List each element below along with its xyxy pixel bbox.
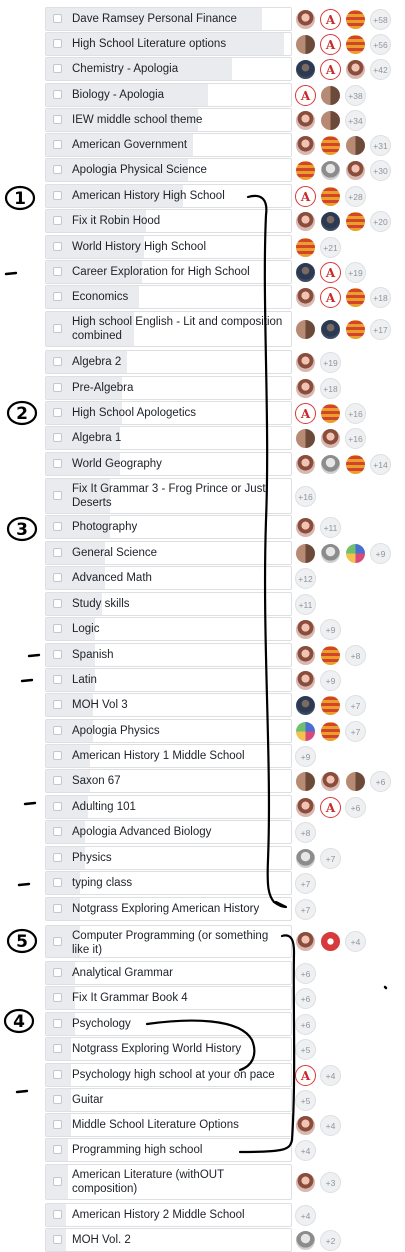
- handwritten-dash: [27, 653, 41, 658]
- handwritten-annotations: 1 2 3 4 5: [3, 185, 388, 1154]
- handwritten-number: 1: [14, 189, 26, 209]
- handwritten-dash: [17, 882, 31, 887]
- bracket-line-american-history: [246, 194, 288, 909]
- handwritten-number: 4: [13, 1012, 25, 1032]
- handwritten-number: 5: [16, 932, 28, 952]
- handwritten-number: 3: [16, 520, 28, 540]
- handwritten-dash: [23, 801, 37, 806]
- handwritten-dash: [15, 1089, 29, 1094]
- handwritten-dash: [4, 271, 18, 276]
- handwritten-number: 2: [16, 404, 28, 424]
- handwritten-dash: [20, 678, 34, 683]
- bracket-line-psychology: [145, 1019, 256, 1072]
- bracket-line-programming: [238, 934, 296, 1154]
- handwritten-dot: [383, 985, 388, 990]
